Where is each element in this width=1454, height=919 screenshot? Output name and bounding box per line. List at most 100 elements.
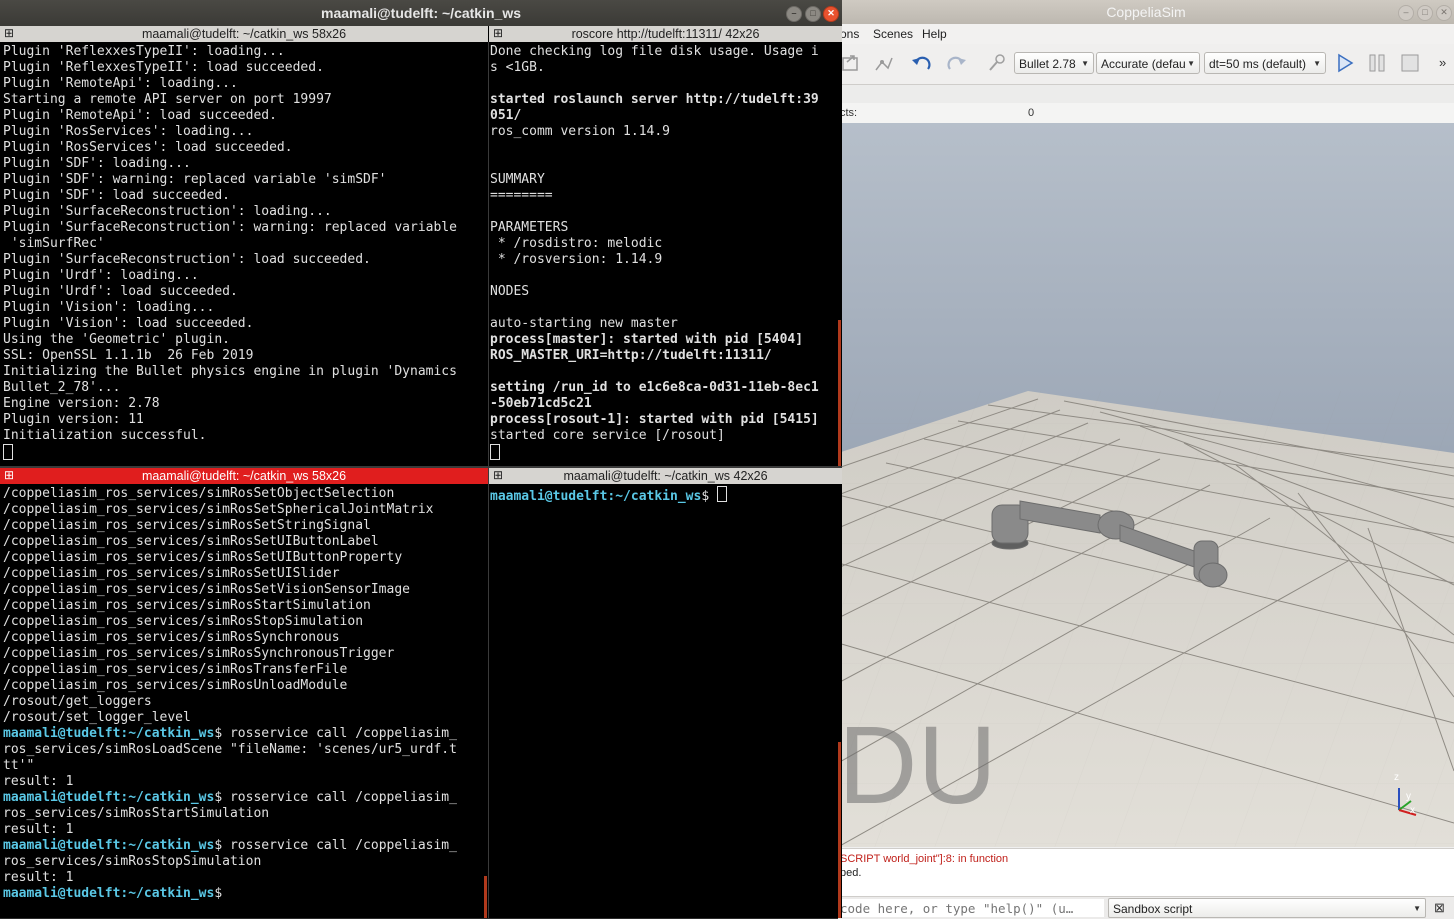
scene-view[interactable]: DU z y x [838, 123, 1454, 847]
terminal-line: ros_services/simRosStartSimulation [3, 806, 269, 822]
timestep-select[interactable]: dt=50 ms (default) ▼ [1204, 52, 1326, 74]
minimize-icon[interactable]: – [786, 6, 802, 22]
accuracy-select[interactable]: Accurate (defau ▼ [1096, 52, 1200, 74]
terminal-line: Plugin 'SurfaceReconstruction': loading.… [3, 204, 332, 219]
terminal-line: Plugin 'Vision': load succeeded. [3, 316, 254, 331]
pane-divider[interactable] [488, 42, 489, 918]
script-select[interactable]: Sandbox script ▼ [1108, 898, 1426, 918]
terminal-line: /coppeliasim_ros_services/simRosSetSpher… [3, 502, 433, 518]
chevron-down-icon: ▼ [1413, 904, 1421, 913]
console-line: ped. [840, 867, 862, 879]
object-rotate-icon[interactable] [872, 52, 896, 74]
terminal-line: Initializing the Bullet physics engine i… [3, 364, 457, 379]
physics-engine-value: Bullet 2.78 [1019, 57, 1076, 71]
pane-title-top-left[interactable]: ⊞ maamali@tudelft: ~/catkin_ws 58x26 [0, 26, 488, 42]
terminal-line-text: $ [214, 886, 223, 901]
terminal-line: Plugin 'SurfaceReconstruction': load suc… [3, 252, 371, 267]
terminal-line: 051/ [490, 108, 522, 123]
terminal-line: /coppeliasim_ros_services/simRosStartSim… [3, 598, 371, 614]
terminal-line: /rosout/set_logger_level [3, 710, 191, 726]
terminal-line-text: $ rosservice call /coppeliasim_ [214, 790, 457, 805]
undo-icon[interactable] [910, 52, 934, 74]
terminal-line: Plugin 'ReflexxesTypeII': loading... [3, 44, 285, 59]
terminal-titlebar[interactable]: maamali@tudelft: ~/catkin_ws – □ ✕ [0, 0, 842, 26]
close-icon[interactable]: ✕ [1436, 5, 1452, 21]
terminal-title: maamali@tudelft: ~/catkin_ws [321, 5, 521, 21]
object-shift-icon[interactable] [840, 52, 862, 74]
scrollbar-thumb[interactable] [484, 876, 487, 918]
pane-bottom-left[interactable]: /coppeliasim_ros_services/simRosSetObjec… [0, 485, 488, 918]
pause-icon[interactable] [1366, 52, 1388, 74]
terminal-line: result: 1 [3, 774, 73, 790]
pane-divider[interactable] [0, 466, 842, 468]
axis-x-label: x [1410, 805, 1415, 816]
pane-title-bottom-right[interactable]: ⊞ maamali@tudelft: ~/catkin_ws 42x26 [488, 468, 842, 484]
dynamics-icon[interactable] [986, 52, 1008, 74]
terminal-line: s <1GB. [490, 60, 545, 75]
terminal-grid-icon[interactable]: ⊞ [492, 469, 504, 481]
lua-command-input[interactable] [838, 899, 1104, 917]
script-select-value: Sandbox script [1113, 902, 1193, 916]
play-icon[interactable] [1334, 52, 1356, 74]
3d-viewport[interactable]: DU z y x [838, 123, 1454, 847]
menu-item-scenes[interactable]: Scenes [873, 27, 913, 41]
terminal-line: process[master]: started with pid [5404] [490, 332, 804, 347]
terminal-line: /coppeliasim_ros_services/simRosSetUIBut… [3, 534, 379, 550]
terminal-line: 'simSurfRec' [3, 236, 105, 251]
terminal-line: /coppeliasim_ros_services/simRosSetUIBut… [3, 550, 402, 566]
terminal-line: maamali@tudelft:~/catkin_ws$ rosservice … [3, 726, 457, 742]
terminal-line-text: /coppeliasim_ros_services/simRosTransfer… [3, 662, 348, 677]
accuracy-value: Accurate (defau [1101, 57, 1186, 71]
coppeliasim-titlebar[interactable]: CoppeliaSim – □ ✕ [838, 0, 1454, 24]
terminal-grid-icon[interactable]: ⊞ [3, 469, 15, 481]
terminal-line-text: $ rosservice call /coppeliasim_ [214, 838, 457, 853]
pane-bottom-right[interactable]: maamali@tudelft:~/catkin_ws$ [489, 485, 842, 918]
terminal-grid-icon[interactable]: ⊞ [3, 27, 15, 39]
pane-title-top-right[interactable]: ⊞ roscore http://tudelft:11311/ 42x26 [488, 26, 842, 42]
terminal-line: Plugin 'RosServices': load succeeded. [3, 140, 293, 155]
terminal-line: Engine version: 2.78 [3, 396, 160, 411]
stop-icon[interactable] [1399, 52, 1421, 74]
terminal-line-text: ros_services/simRosLoadScene "fileName: … [3, 742, 457, 757]
toolbar-overflow-icon[interactable]: » [1439, 55, 1446, 70]
pane-top-left[interactable]: Plugin 'ReflexxesTypeII': loading... Plug… [0, 42, 488, 466]
menu-item-add-ons[interactable]: ons [840, 27, 859, 41]
watermark-text: DU [838, 704, 997, 827]
terminal-line: started roslaunch server http://tudelft:… [490, 92, 819, 107]
terminal-line-text: /rosout/get_loggers [3, 694, 152, 709]
maximize-icon[interactable]: □ [805, 6, 821, 22]
selected-objects-label: cts: [840, 107, 858, 119]
scrollbar-thumb[interactable] [838, 320, 841, 466]
terminal-line-text: /coppeliasim_ros_services/simRosSetObjec… [3, 486, 395, 501]
terminal-line-text: /coppeliasim_ros_services/simRosStartSim… [3, 598, 371, 613]
terminal-line: maamali@tudelft:~/catkin_ws$ rosservice … [3, 790, 457, 806]
terminal-grid-icon[interactable]: ⊞ [492, 27, 504, 39]
terminal-line: /coppeliasim_ros_services/simRosSetObjec… [3, 486, 394, 502]
terminal-line: SSL: OpenSSL 1.1.1b 26 Feb 2019 [3, 348, 254, 363]
terminal-line: Plugin 'Urdf': load succeeded. [3, 284, 238, 299]
close-icon[interactable]: ✕ [823, 6, 839, 22]
terminal-line-text: ros_services/simRosStopSimulation [3, 854, 262, 869]
terminal-line: /rosout/get_loggers [3, 694, 152, 710]
terminal-line-text: /rosout/set_logger_level [3, 710, 191, 725]
maximize-icon[interactable]: □ [1417, 5, 1433, 21]
redo-icon[interactable] [944, 52, 968, 74]
terminal-line: * /rosdistro: melodic [490, 236, 663, 251]
terminal-line-text: $ rosservice call /coppeliasim_ [214, 726, 457, 741]
minimize-icon[interactable]: – [1398, 5, 1414, 21]
physics-engine-select[interactable]: Bullet 2.78 ▼ [1014, 52, 1094, 74]
scrollbar-thumb[interactable] [838, 742, 841, 918]
menu-item-help[interactable]: Help [922, 27, 947, 41]
coppeliasim-window: CoppeliaSim – □ ✕ ons Scenes Help Bullet… [838, 0, 1454, 919]
text-cursor [3, 444, 13, 463]
terminal-line-text: ros_services/simRosStartSimulation [3, 806, 270, 821]
shell-prompt-line: maamali@tudelft:~/catkin_ws$ [490, 486, 727, 505]
terminal-line: Plugin 'ReflexxesTypeII': load succeeded… [3, 60, 324, 75]
terminal-line: Plugin 'RosServices': loading... [3, 124, 254, 139]
console-error-line: SCRIPT world_joint"]:8: in function [840, 853, 1009, 865]
terminal-line: Plugin 'RemoteApi': loading... [3, 76, 238, 91]
pane-top-right[interactable]: Done checking log file disk usage. Usage… [489, 42, 842, 466]
close-icon[interactable]: ⊠ [1434, 900, 1445, 916]
pane-title-bottom-left[interactable]: ⊞ maamali@tudelft: ~/catkin_ws 58x26 [0, 468, 488, 484]
terminal-line: /coppeliasim_ros_services/simRosSetVisio… [3, 582, 410, 598]
